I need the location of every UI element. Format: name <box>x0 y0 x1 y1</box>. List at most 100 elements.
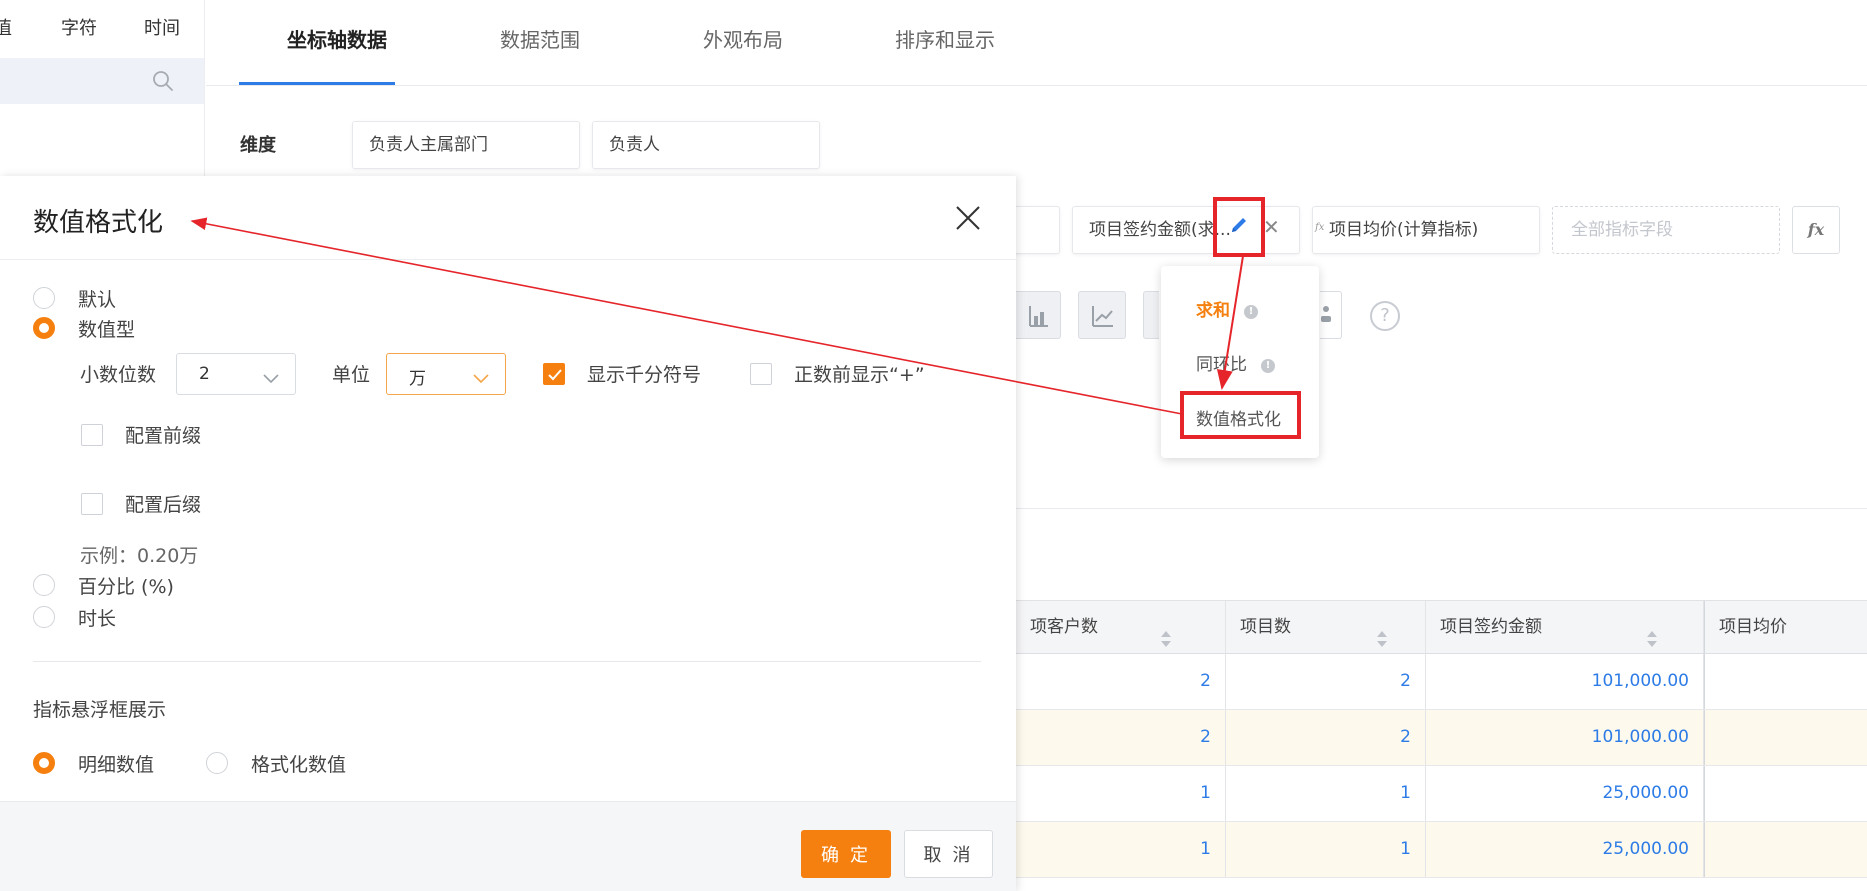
suffix-label: 配置后缀 <box>125 494 202 516</box>
edit-pencil-icon[interactable] <box>1228 214 1250 240</box>
table-cell[interactable]: 101,000.00 <box>1426 710 1704 765</box>
section-divider <box>1016 508 1867 509</box>
user-icon <box>1321 306 1331 322</box>
table-cell[interactable]: 101,000.00 <box>1426 654 1704 709</box>
number-format-dialog: 数值格式化 默认 数值型 小数位数 2 单位 万 显示千分符号 正数前显示“+”… <box>0 176 1016 891</box>
active-tab-indicator <box>239 82 395 85</box>
metric-chip-avg-price-label: 项目均价(计算指标) <box>1329 220 1479 240</box>
radio-tooltip-detail[interactable] <box>33 752 55 774</box>
format-example: 示例：0.20万 <box>80 545 199 567</box>
positive-plus-checkbox[interactable] <box>750 363 772 385</box>
table-cell[interactable] <box>1704 822 1867 877</box>
dialog-footer: 确 定 取 消 <box>0 801 1016 891</box>
table-cell[interactable] <box>1704 766 1867 821</box>
type-tab-time[interactable]: 时间 <box>144 14 180 40</box>
bar-chart-icon <box>1029 306 1048 327</box>
radio-tooltip-formatted-label: 格式化数值 <box>251 754 347 776</box>
radio-numeric-label: 数值型 <box>78 319 136 341</box>
column-header-contract-amount[interactable]: 项目签约金额 <box>1426 601 1704 653</box>
prefix-label: 配置前缀 <box>125 425 202 447</box>
help-icon[interactable]: ? <box>1370 301 1400 331</box>
radio-tooltip-detail-label: 明细数值 <box>78 754 155 776</box>
aggregation-menu: 求和! 同环比! 数值格式化 <box>1161 266 1319 458</box>
thousands-separator-checkbox[interactable] <box>543 363 565 385</box>
chevron-down-icon <box>263 369 279 388</box>
dialog-title: 数值格式化 <box>33 208 164 238</box>
dimension-chip-owner[interactable]: 负责人 <box>592 121 820 169</box>
table-header-row: 项客户数 项目数 项目签约金额 项目均价 <box>1016 600 1867 654</box>
decimal-places-label: 小数位数 <box>80 364 157 386</box>
check-icon <box>548 369 562 381</box>
table-cell[interactable]: 2 <box>1226 654 1426 709</box>
app-window: 值 字符 时间 坐标轴数据 数据范围 外观布局 排序和显示 维度 负责人主属部门… <box>0 0 1867 891</box>
table-row: 2 2 101,000.00 <box>1016 710 1867 766</box>
table-row: 2 2 101,000.00 <box>1016 654 1867 710</box>
chevron-down-icon <box>473 369 489 388</box>
tab-data-range[interactable]: 数据范围 <box>500 24 580 53</box>
decimal-places-value: 2 <box>199 364 210 384</box>
info-icon: ! <box>1261 359 1275 373</box>
metric-drop-zone[interactable]: 全部指标字段 <box>1552 206 1780 254</box>
metric-chip-avg-price[interactable]: fx 项目均价(计算指标) <box>1312 206 1540 254</box>
config-tabs: 坐标轴数据 数据范围 外观布局 排序和显示 <box>206 0 1867 86</box>
formula-button[interactable]: fx <box>1792 206 1840 254</box>
dialog-header: 数值格式化 <box>0 176 1016 260</box>
table-cell[interactable]: 2 <box>1016 654 1226 709</box>
field-search-input[interactable] <box>0 58 204 104</box>
table-row: 1 1 25,000.00 <box>1016 822 1867 878</box>
radio-percent[interactable] <box>33 574 55 596</box>
table-cell[interactable] <box>1704 654 1867 709</box>
table-cell[interactable] <box>1704 710 1867 765</box>
positive-plus-label: 正数前显示“+” <box>794 364 925 386</box>
table-cell[interactable]: 1 <box>1226 766 1426 821</box>
type-tab-value[interactable]: 值 <box>0 14 12 40</box>
column-header-avg-price[interactable]: 项目均价 <box>1704 601 1867 653</box>
radio-percent-label: 百分比 (%) <box>78 576 174 598</box>
decimal-places-select[interactable]: 2 <box>176 353 296 395</box>
unit-value: 万 <box>409 369 426 389</box>
menu-item-yoy[interactable]: 同环比! <box>1196 350 1275 375</box>
radio-tooltip-formatted[interactable] <box>206 752 228 774</box>
dimension-label: 维度 <box>240 135 276 156</box>
table-cell[interactable]: 25,000.00 <box>1426 822 1704 877</box>
table-cell[interactable]: 1 <box>1016 822 1226 877</box>
table-cell[interactable]: 1 <box>1016 766 1226 821</box>
type-tab-string[interactable]: 字符 <box>61 14 97 40</box>
chart-type-user-button[interactable] <box>1320 291 1342 339</box>
chart-type-bar-button[interactable] <box>1013 291 1061 339</box>
table-cell[interactable]: 1 <box>1226 822 1426 877</box>
tab-appearance[interactable]: 外观布局 <box>703 24 783 53</box>
table-cell[interactable]: 25,000.00 <box>1426 766 1704 821</box>
menu-item-number-format[interactable]: 数值格式化 <box>1196 405 1281 430</box>
column-header-customers[interactable]: 项客户数 <box>1016 601 1226 653</box>
remove-metric-icon[interactable]: ✕ <box>1263 215 1280 239</box>
cancel-button[interactable]: 取 消 <box>904 830 993 878</box>
info-icon: ! <box>1244 305 1258 319</box>
thousands-separator-label: 显示千分符号 <box>587 364 702 386</box>
search-icon[interactable] <box>152 70 174 96</box>
dimension-chip-department[interactable]: 负责人主属部门 <box>352 121 580 169</box>
table-cell[interactable]: 2 <box>1226 710 1426 765</box>
close-icon[interactable] <box>952 202 984 238</box>
radio-default[interactable] <box>33 287 55 309</box>
tooltip-section-title: 指标悬浮框展示 <box>33 699 167 721</box>
suffix-checkbox[interactable] <box>81 493 103 515</box>
section-divider <box>33 661 981 662</box>
radio-numeric[interactable] <box>33 317 55 339</box>
line-chart-icon <box>1092 306 1113 327</box>
menu-item-sum[interactable]: 求和! <box>1196 296 1258 321</box>
table-row: 1 1 25,000.00 <box>1016 766 1867 822</box>
unit-label: 单位 <box>332 364 371 386</box>
radio-duration-label: 时长 <box>78 608 117 630</box>
confirm-button[interactable]: 确 定 <box>801 830 891 878</box>
tab-sort-display[interactable]: 排序和显示 <box>895 24 995 53</box>
table-cell[interactable]: 2 <box>1016 710 1226 765</box>
chart-type-button-partial[interactable] <box>1143 291 1159 339</box>
prefix-checkbox[interactable] <box>81 424 103 446</box>
unit-select[interactable]: 万 <box>386 353 506 395</box>
tab-axis-data[interactable]: 坐标轴数据 <box>287 24 387 53</box>
radio-duration[interactable] <box>33 606 55 628</box>
chart-type-line-button[interactable] <box>1078 291 1126 339</box>
radio-default-label: 默认 <box>78 289 117 311</box>
column-header-projects[interactable]: 项目数 <box>1226 601 1426 653</box>
